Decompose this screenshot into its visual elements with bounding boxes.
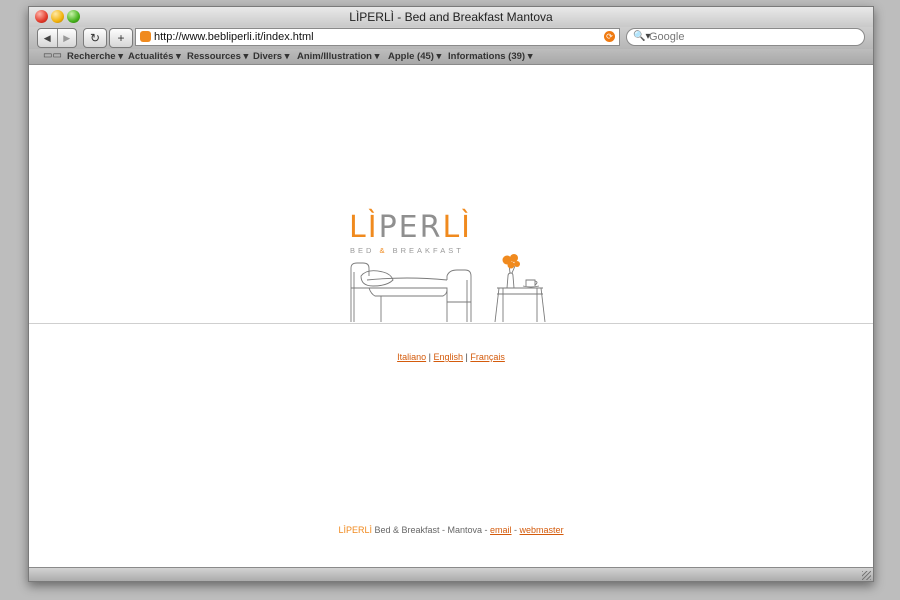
bookmark-actualites[interactable]: Actualités ▾ <box>128 51 181 62</box>
address-bar[interactable]: http://www.bebliperli.it/index.html ⟳ <box>135 28 620 46</box>
rss-icon[interactable]: ⟳ <box>604 31 615 42</box>
reload-button[interactable]: ↻ <box>83 28 107 48</box>
floor-line <box>29 323 873 324</box>
language-link-english[interactable]: English <box>433 352 463 362</box>
favicon-icon <box>140 31 151 42</box>
status-bar <box>29 567 873 581</box>
reload-icon: ↻ <box>89 31 101 45</box>
bed-and-table-illustration <box>350 254 546 323</box>
site-logo[interactable]: LÌPERLÌ <box>349 213 472 243</box>
search-placeholder: Google <box>649 31 685 43</box>
nav-buttons: ◀ ▶ <box>37 28 77 48</box>
bookmark-informations[interactable]: Informations (39) ▾ <box>448 51 532 62</box>
back-arrow-icon: ◀ <box>43 32 51 43</box>
add-bookmark-button[interactable]: + <box>109 28 133 48</box>
logo-part-2: PER <box>378 210 443 245</box>
footer-email-link[interactable]: email <box>490 525 512 535</box>
footer-brand: LÌPERLÌ <box>338 525 372 535</box>
bookmark-anim-illustration[interactable]: Anim/Illustration ▾ <box>297 51 379 62</box>
bookmark-divers[interactable]: Divers ▾ <box>253 51 289 62</box>
page-footer: LÌPERLÌ Bed & Breakfast - Mantova - emai… <box>29 525 873 535</box>
title-bar[interactable]: LÌPERLÌ - Bed and Breakfast Mantova <box>29 7 873 27</box>
search-input[interactable]: 🔍▾ Google <box>626 28 865 46</box>
resize-handle-icon[interactable] <box>862 571 871 580</box>
bookmark-apple[interactable]: Apple (45) ▾ <box>388 51 441 62</box>
footer-text: Bed & Breakfast - Mantova - <box>371 525 491 535</box>
bookmarks-book-icon[interactable]: ▭▭ <box>43 50 62 61</box>
logo-part-1: LÌ <box>349 210 379 245</box>
footer-dash: - <box>511 525 520 535</box>
window-title: LÌPERLÌ - Bed and Breakfast Mantova <box>349 10 553 24</box>
toolbar: ◀ ▶ ↻ + http://www.bebliperli.it/index.h… <box>29 27 873 49</box>
plus-icon: + <box>117 31 125 45</box>
bookmark-recherche[interactable]: Recherche ▾ <box>67 51 123 62</box>
bookmarks-bar: ▭▭ Recherche ▾ Actualités ▾ Ressources ▾… <box>29 49 873 65</box>
logo-part-3: LÌ <box>442 210 473 245</box>
back-button[interactable]: ◀ <box>38 29 58 47</box>
forward-arrow-icon: ▶ <box>63 32 71 43</box>
url-text[interactable]: http://www.bebliperli.it/index.html <box>154 29 314 45</box>
footer-webmaster-link[interactable]: webmaster <box>520 525 564 535</box>
browser-window: LÌPERLÌ - Bed and Breakfast Mantova ◀ ▶ … <box>28 6 874 582</box>
web-content: LÌPERLÌ BED & BREAKFAST Italiano | Engli… <box>29 65 873 567</box>
bookmark-ressources[interactable]: Ressources ▾ <box>187 51 248 62</box>
language-link-francais[interactable]: Français <box>470 352 505 362</box>
search-icon[interactable]: 🔍▾ <box>633 29 650 45</box>
language-menu: Italiano | English | Français <box>29 352 873 362</box>
forward-button[interactable]: ▶ <box>58 29 77 47</box>
language-link-italiano[interactable]: Italiano <box>397 352 426 362</box>
